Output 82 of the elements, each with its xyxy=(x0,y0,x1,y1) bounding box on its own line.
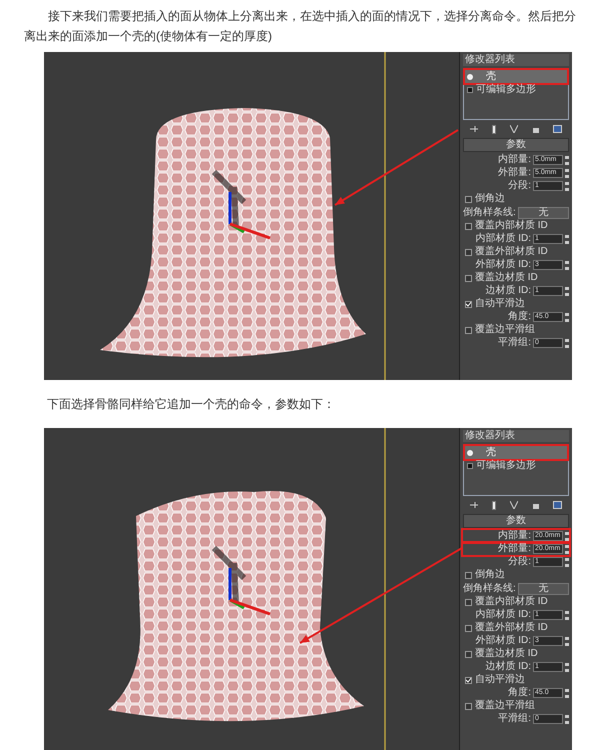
rollout-title[interactable]: 参数 xyxy=(463,514,569,528)
field-label: 角度: xyxy=(508,687,531,699)
checkbox[interactable] xyxy=(465,702,472,710)
spinner-icon[interactable] xyxy=(565,260,569,270)
checkbox-label: 覆盖边平滑组 xyxy=(475,324,535,336)
field-label: 内部量: xyxy=(498,530,531,542)
pin-icon[interactable] xyxy=(470,126,478,132)
checkbox-label: 覆盖内部材质 ID xyxy=(475,596,548,608)
spinner-icon[interactable] xyxy=(565,610,569,620)
modifier-list-label[interactable]: 修改器列表 xyxy=(463,54,569,66)
spline-button[interactable]: 无 xyxy=(518,582,569,594)
field-label: 角度: xyxy=(508,311,531,323)
field-label: 外部材质 ID: xyxy=(475,635,531,647)
modifier-stack-item[interactable]: 可编辑多边形 xyxy=(465,459,567,472)
checkbox-label: 覆盖内部材质 ID xyxy=(475,220,548,232)
spinner-icon[interactable] xyxy=(565,234,569,244)
bulb-icon[interactable] xyxy=(467,450,473,456)
square-icon xyxy=(467,462,473,468)
paragraph: 下面选择骨骼同样给它追加一个壳的命令，参数如下： xyxy=(46,396,336,413)
checkbox-label: 倒角边 xyxy=(475,569,505,581)
spinner-icon[interactable] xyxy=(565,558,569,566)
checkbox-label: 倒角边 xyxy=(475,193,505,205)
field-label: 平滑组: xyxy=(498,337,531,349)
modifier-stack-item[interactable]: 壳 xyxy=(465,446,567,459)
field-label: 边材质 ID: xyxy=(485,661,531,673)
modifier-stack-item[interactable]: 可编辑多边形 xyxy=(465,83,567,96)
spinner-icon[interactable] xyxy=(565,156,569,164)
field-label: 外部材质 ID: xyxy=(475,259,531,271)
spinner-icon[interactable] xyxy=(565,286,569,296)
field-label: 平滑组: xyxy=(498,713,531,725)
spinner-icon[interactable] xyxy=(565,338,569,348)
field-label: 内部材质 ID: xyxy=(475,609,531,621)
configure-icon[interactable] xyxy=(552,501,562,509)
square-icon xyxy=(467,86,473,92)
checkbox[interactable] xyxy=(465,196,472,202)
spinner-icon[interactable] xyxy=(565,532,569,540)
spinner-icon[interactable] xyxy=(565,544,569,554)
pin-icon[interactable] xyxy=(470,502,478,508)
checkbox[interactable] xyxy=(465,300,472,308)
funnel-icon[interactable] xyxy=(510,501,518,509)
checkbox-label: 覆盖边材质 ID xyxy=(475,272,538,284)
spinner-icon[interactable] xyxy=(565,636,569,646)
field-label: 倒角样条线: xyxy=(463,206,516,218)
field-label: 外部量: xyxy=(498,167,531,179)
checkbox-label: 自动平滑边 xyxy=(475,674,525,686)
field-label: 边材质 ID: xyxy=(485,285,531,297)
transform-gizmo-drawing xyxy=(228,568,270,616)
field-label: 外部量: xyxy=(498,543,531,555)
spinner-icon[interactable] xyxy=(565,714,569,724)
checkbox[interactable] xyxy=(465,274,472,282)
checkbox[interactable] xyxy=(465,624,472,632)
checkbox-label: 覆盖外部材质 ID xyxy=(475,622,548,634)
spinner-icon[interactable] xyxy=(565,662,569,672)
configure-icon[interactable] xyxy=(552,125,562,133)
field-label: 分段: xyxy=(508,556,531,568)
spinner-icon[interactable] xyxy=(565,312,569,322)
spline-button[interactable]: 无 xyxy=(518,206,569,218)
checkbox-label: 覆盖边平滑组 xyxy=(475,700,535,712)
checkbox-label: 覆盖边材质 ID xyxy=(475,648,538,660)
rollout-title[interactable]: 参数 xyxy=(463,138,569,152)
funnel-icon[interactable] xyxy=(510,125,518,133)
field-label: 内部量: xyxy=(498,154,531,166)
transform-gizmo-drawing xyxy=(228,192,270,240)
checkbox[interactable] xyxy=(465,326,472,334)
spinner-icon[interactable] xyxy=(565,168,569,178)
modifier-stack-item[interactable]: 壳 xyxy=(465,70,567,83)
checkbox-label: 覆盖外部材质 ID xyxy=(475,246,548,258)
checkbox[interactable] xyxy=(465,598,472,606)
checkbox-label: 自动平滑边 xyxy=(475,298,525,310)
checkbox[interactable] xyxy=(465,572,472,578)
field-label: 倒角样条线: xyxy=(463,582,516,594)
spinner-icon[interactable] xyxy=(565,182,569,190)
field-label: 内部材质 ID: xyxy=(475,233,531,245)
field-label: 分段: xyxy=(508,180,531,192)
modifier-list-label[interactable]: 修改器列表 xyxy=(463,430,569,442)
checkbox[interactable] xyxy=(465,222,472,230)
checkbox[interactable] xyxy=(465,676,472,684)
bulb-icon[interactable] xyxy=(467,74,473,80)
checkbox[interactable] xyxy=(465,650,472,658)
checkbox[interactable] xyxy=(465,248,472,256)
paragraph: 接下来我们需要把插入的面从物体上分离出来，在选中插入的面的情况下，选择分离命令。然后把分离出来的面添加一个壳的(使物体有一定的厚度) xyxy=(23,8,577,45)
spinner-icon[interactable] xyxy=(565,688,569,698)
